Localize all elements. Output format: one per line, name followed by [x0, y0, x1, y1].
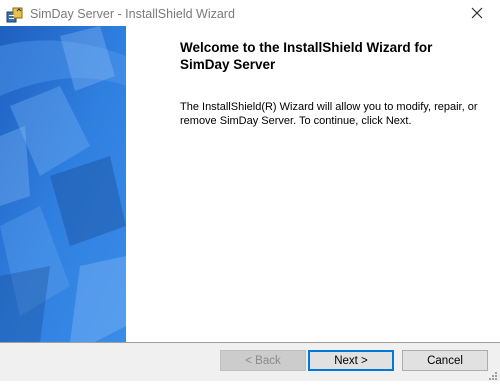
wizard-banner-image	[0, 26, 126, 342]
cancel-button[interactable]: Cancel	[402, 350, 488, 371]
installer-icon	[6, 6, 24, 24]
main-content: Welcome to the InstallShield Wizard for …	[126, 26, 500, 342]
window-title: SimDay Server - InstallShield Wizard	[30, 7, 235, 21]
resize-grip-icon[interactable]	[487, 368, 498, 380]
next-button[interactable]: Next >	[308, 350, 394, 371]
back-button[interactable]: < Back	[220, 350, 306, 371]
close-icon	[471, 6, 483, 24]
welcome-description: The InstallShield(R) Wizard will allow y…	[180, 101, 478, 127]
welcome-heading: Welcome to the InstallShield Wizard for …	[180, 40, 433, 72]
